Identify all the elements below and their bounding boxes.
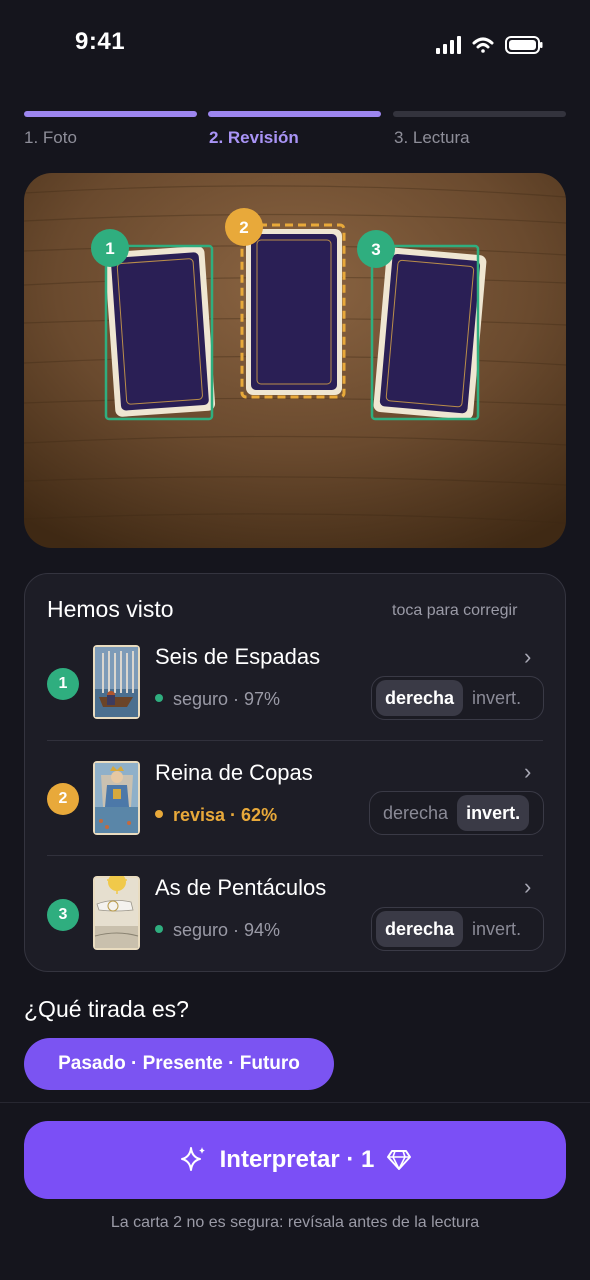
orientation-toggle-2[interactable]: derecha invert. [369,791,544,835]
orientation-invert-1[interactable]: invert. [463,680,530,716]
card-confidence-3: seguro · 94% [155,920,280,941]
captured-photo: 1 2 3 [24,173,566,548]
panel-title: Hemos visto [47,596,174,622]
confidence-text: seguro · 97% [173,689,281,709]
detected-card-2 [246,229,342,395]
spread-chip-selected[interactable]: Pasado · Presente · Futuro [24,1038,334,1090]
chevron-right-icon[interactable]: › [524,874,531,900]
card-number-3: 3 [47,899,79,931]
card-thumbnail-ace-of-pentacles [93,876,140,950]
card-number-1: 1 [47,668,79,700]
orientation-toggle-3[interactable]: derecha invert. [371,907,544,951]
row-divider [47,740,543,741]
orientation-derecha-3[interactable]: derecha [376,911,464,947]
footer-divider [0,1102,590,1103]
confidence-dot [155,694,163,703]
signal-icon [436,36,461,54]
gem-icon [387,1150,412,1170]
row-divider [47,855,543,856]
card-confidence-2: revisa · 62% [155,805,277,826]
card-name-2: Reina de Copas [155,760,313,785]
detected-card-1 [104,246,216,417]
status-time: 9:41 [75,28,126,55]
marker-1-label: 1 [105,239,114,258]
chevron-right-icon[interactable]: › [524,644,531,670]
detected-card-3 [373,247,487,420]
chevron-right-icon[interactable]: › [524,759,531,785]
confidence-dot [155,925,163,934]
confidence-dot [155,810,163,819]
card-confidence-1: seguro · 97% [155,689,280,710]
interpret-button[interactable]: Interpretar · 1 [24,1121,566,1199]
spread-question: ¿Qué tirada es? [24,996,189,1022]
sparkle-icon [180,1147,205,1171]
panel-hint: toca para corregir [392,602,518,619]
step-bar-foto [24,111,197,117]
marker-3-label: 3 [371,240,380,259]
card-thumbnail-six-of-swords [93,645,140,719]
uncertain-card-warning: La carta 2 no es segura: revísala antes … [110,1214,480,1231]
confidence-text: revisa · 62% [173,805,278,825]
orientation-toggle-1[interactable]: derecha invert. [371,676,544,720]
card-name-1: Seis de Espadas [155,644,321,669]
confidence-text: seguro · 94% [173,920,281,940]
battery-icon [505,36,543,54]
step-label-revision[interactable]: 2. Revisión [209,128,299,148]
card-number-2: 2 [47,783,79,815]
orientation-derecha-2[interactable]: derecha [374,795,457,831]
orientation-derecha-1[interactable]: derecha [376,680,464,716]
interpret-button-label: Interpretar · 1 [219,1146,375,1173]
orientation-invert-2[interactable]: invert. [457,795,530,831]
step-bar-lectura [393,111,566,117]
wifi-icon [472,37,494,53]
step-bar-revision [208,111,381,117]
marker-2-label: 2 [239,218,248,237]
step-label-lectura[interactable]: 3. Lectura [394,128,470,148]
orientation-invert-3[interactable]: invert. [463,911,530,947]
status-icons [436,36,543,54]
step-label-foto[interactable]: 1. Foto [24,128,77,148]
card-name-3: As de Pentáculos [155,875,327,900]
card-thumbnail-queen-of-cups [93,761,140,835]
